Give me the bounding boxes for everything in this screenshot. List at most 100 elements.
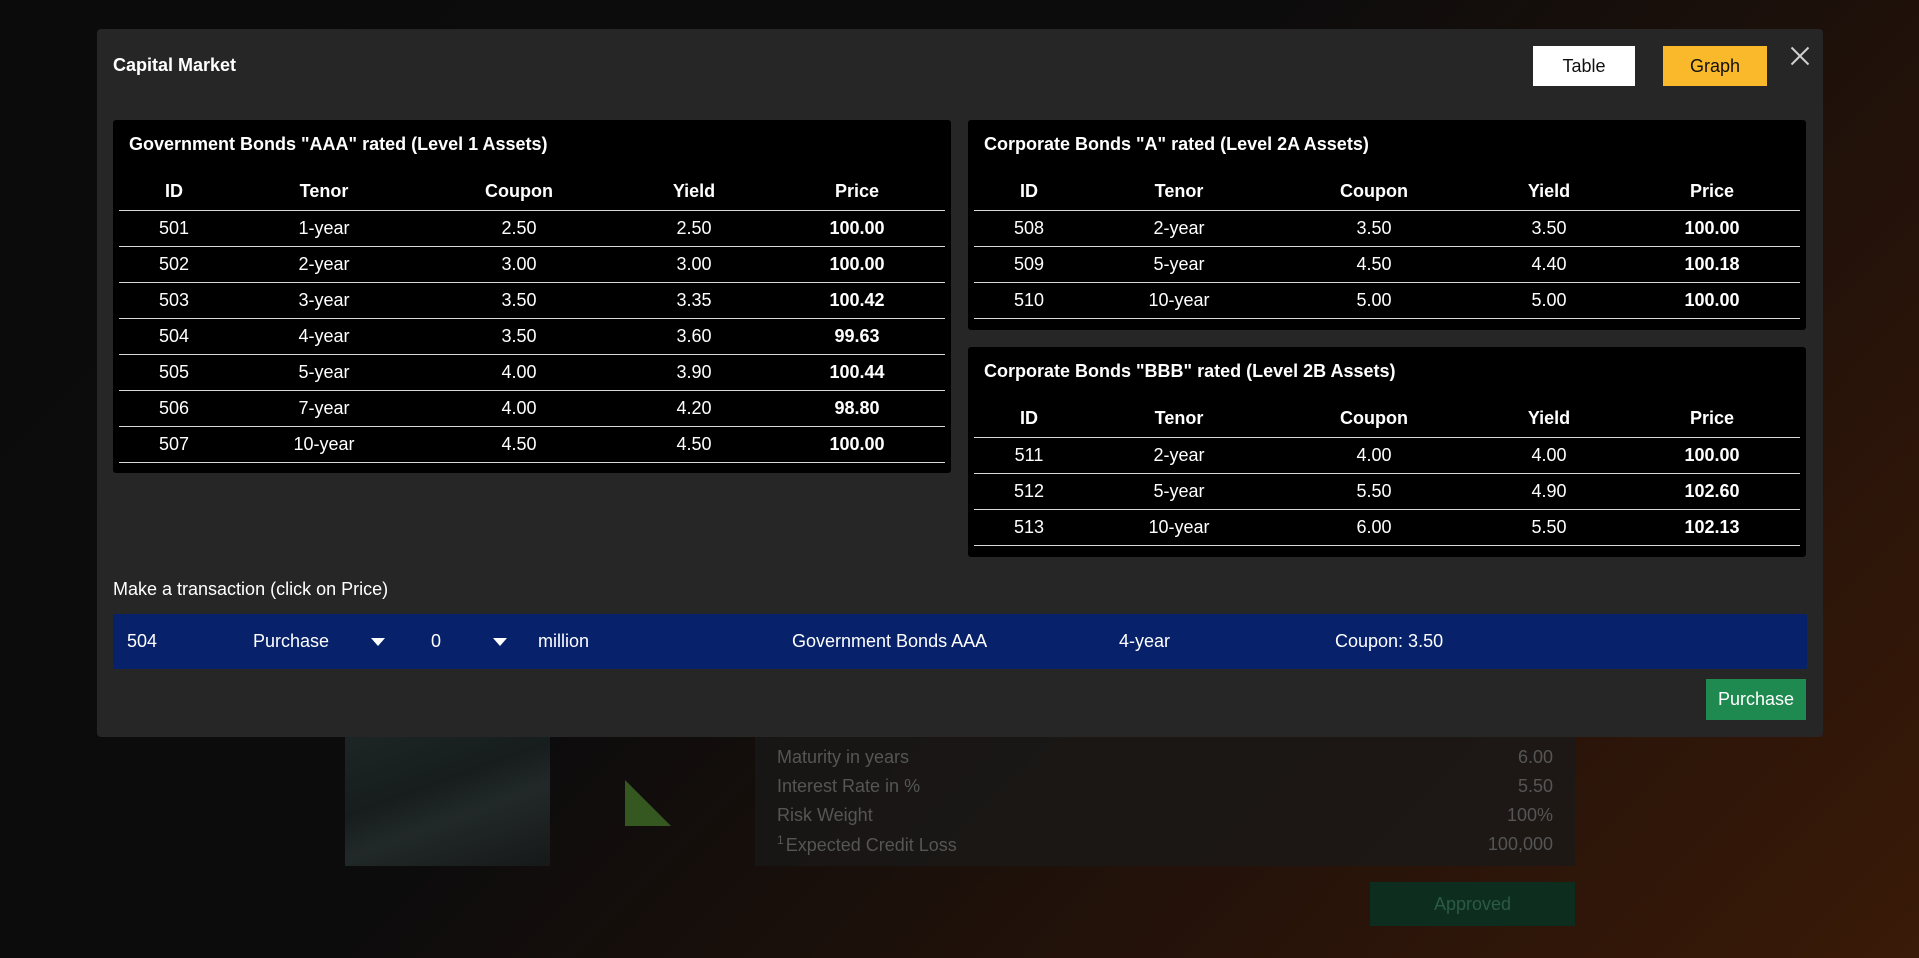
cell-coupon: 4.00: [419, 390, 619, 427]
cell-id: 502: [119, 246, 229, 283]
table-row: 507 10-year 4.50 4.50 100.00: [119, 426, 945, 463]
cell-id: 501: [119, 210, 229, 247]
cell-tenor: 10-year: [229, 426, 419, 463]
cell-price[interactable]: 100.00: [769, 246, 945, 283]
cell-coupon: 3.00: [419, 246, 619, 283]
cell-id: 506: [119, 390, 229, 427]
column-header-id: ID: [974, 399, 1084, 438]
transaction-bar: 504 Purchase 0 million Government Bonds …: [113, 614, 1807, 669]
capital-market-modal: Capital Market Table Graph Government Bo…: [97, 29, 1823, 737]
cell-coupon: 3.50: [1274, 210, 1474, 247]
panel-title: Government Bonds "AAA" rated (Level 1 As…: [129, 134, 548, 154]
info-value: 100,000: [1487, 833, 1553, 854]
cell-yield: 3.60: [619, 318, 769, 355]
cell-yield: 3.50: [1474, 210, 1624, 247]
close-icon[interactable]: [1787, 43, 1813, 69]
cell-id: 507: [119, 426, 229, 463]
cell-tenor: 2-year: [1084, 210, 1274, 247]
amount-dropdown[interactable]: 0: [431, 614, 515, 669]
info-row-maturity: Maturity in years 6.00: [777, 744, 1553, 770]
caret-down-icon: [371, 638, 385, 646]
info-label: Interest Rate in %: [777, 775, 921, 796]
cell-price[interactable]: 100.18: [1624, 246, 1800, 283]
info-row-risk-weight: Risk Weight 100%: [777, 802, 1553, 828]
cell-coupon: 5.00: [1274, 282, 1474, 319]
column-header-tenor: Tenor: [229, 172, 419, 211]
table-row: 501 1-year 2.50 2.50 100.00: [119, 210, 945, 247]
info-label: Maturity in years: [777, 746, 910, 767]
table-row: 506 7-year 4.00 4.20 98.80: [119, 390, 945, 427]
column-header-id: ID: [119, 172, 229, 211]
table-row: 512 5-year 5.50 4.90 102.60: [974, 473, 1800, 510]
cell-price[interactable]: 99.63: [769, 318, 945, 355]
info-value: 5.50: [1517, 775, 1553, 796]
background-loan-info: Maturity in years 6.00 Interest Rate in …: [755, 720, 1575, 866]
cell-tenor: 10-year: [1084, 509, 1274, 546]
cell-id: 509: [974, 246, 1084, 283]
caret-down-icon: [493, 638, 507, 646]
cell-id: 503: [119, 282, 229, 319]
transaction-bond-id: 504: [127, 631, 158, 651]
table-row: 509 5-year 4.50 4.40 100.18: [974, 246, 1800, 283]
transaction-bond-type: Government Bonds AAA: [792, 631, 988, 651]
cell-tenor: 3-year: [229, 282, 419, 319]
cell-price[interactable]: 100.42: [769, 282, 945, 319]
action-dropdown-value: Purchase: [253, 631, 330, 651]
cell-coupon: 6.00: [1274, 509, 1474, 546]
column-header-price: Price: [769, 172, 945, 211]
cell-tenor: 1-year: [229, 210, 419, 247]
cell-price[interactable]: 98.80: [769, 390, 945, 427]
bond-table: ID Tenor Coupon Yield Price 511 2-year 4…: [974, 399, 1800, 546]
info-label: Expected Credit Loss: [785, 834, 957, 855]
table-view-button[interactable]: Table: [1533, 46, 1635, 86]
action-dropdown[interactable]: Purchase: [253, 614, 393, 669]
column-header-coupon: Coupon: [1274, 399, 1474, 438]
column-header-price: Price: [1624, 399, 1800, 438]
table-header-row: ID Tenor Coupon Yield Price: [974, 399, 1800, 438]
cell-tenor: 5-year: [229, 354, 419, 391]
column-header-coupon: Coupon: [1274, 172, 1474, 211]
cell-price[interactable]: 102.60: [1624, 473, 1800, 510]
cell-yield: 3.00: [619, 246, 769, 283]
cell-price[interactable]: 100.00: [1624, 437, 1800, 474]
table-row: 502 2-year 3.00 3.00 100.00: [119, 246, 945, 283]
footnote-marker: 1: [777, 832, 784, 847]
info-value: 6.00: [1517, 746, 1553, 767]
cell-coupon: 4.00: [1274, 437, 1474, 474]
modal-title: Capital Market: [113, 55, 237, 75]
purchase-button[interactable]: Purchase: [1706, 679, 1806, 720]
column-header-tenor: Tenor: [1084, 172, 1274, 211]
cell-yield: 3.35: [619, 282, 769, 319]
cell-coupon: 5.50: [1274, 473, 1474, 510]
cell-price[interactable]: 100.00: [1624, 282, 1800, 319]
graph-view-button[interactable]: Graph: [1663, 46, 1767, 86]
column-header-yield: Yield: [619, 172, 769, 211]
cell-yield: 4.50: [619, 426, 769, 463]
cell-yield: 4.90: [1474, 473, 1624, 510]
amount-dropdown-value: 0: [431, 631, 442, 651]
cell-yield: 4.40: [1474, 246, 1624, 283]
cell-price[interactable]: 100.44: [769, 354, 945, 391]
transaction-tenor: 4-year: [1119, 631, 1171, 651]
column-header-price: Price: [1624, 172, 1800, 211]
cell-price[interactable]: 100.00: [1624, 210, 1800, 247]
table-row: 503 3-year 3.50 3.35 100.42: [119, 282, 945, 319]
cell-price[interactable]: 100.00: [769, 210, 945, 247]
cell-yield: 5.50: [1474, 509, 1624, 546]
cell-id: 510: [974, 282, 1084, 319]
cell-id: 508: [974, 210, 1084, 247]
amount-unit: million: [538, 631, 590, 651]
cell-yield: 3.90: [619, 354, 769, 391]
panel-government-bonds-aaa: Government Bonds "AAA" rated (Level 1 As…: [113, 120, 951, 473]
cell-id: 505: [119, 354, 229, 391]
cell-coupon: 2.50: [419, 210, 619, 247]
cell-tenor: 4-year: [229, 318, 419, 355]
cell-tenor: 7-year: [229, 390, 419, 427]
panel-corporate-bonds-bbb: Corporate Bonds "BBB" rated (Level 2B As…: [968, 347, 1806, 557]
cell-tenor: 5-year: [1084, 246, 1274, 283]
cell-price[interactable]: 102.13: [1624, 509, 1800, 546]
cell-price[interactable]: 100.00: [769, 426, 945, 463]
transaction-coupon: Coupon: 3.50: [1335, 631, 1444, 651]
cell-id: 513: [974, 509, 1084, 546]
column-header-yield: Yield: [1474, 399, 1624, 438]
